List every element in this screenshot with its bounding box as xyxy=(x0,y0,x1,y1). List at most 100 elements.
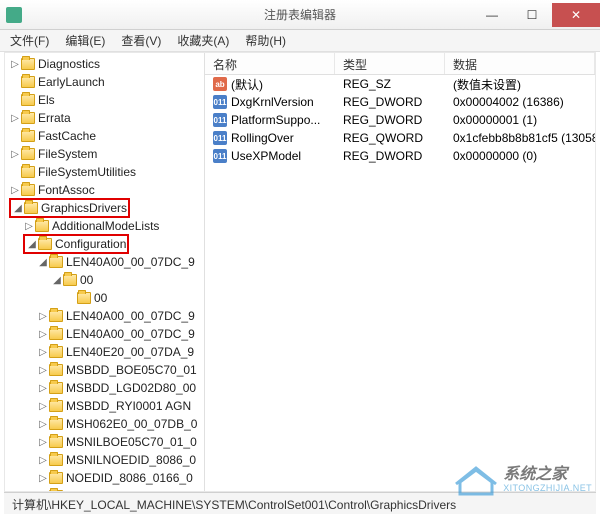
tree-item[interactable]: ▷ AdditionalModeLists xyxy=(5,217,204,235)
tree-item[interactable]: FileSystemUtilities xyxy=(5,163,204,181)
close-button[interactable]: ✕ xyxy=(552,3,600,27)
binary-value-icon: 011 xyxy=(213,113,227,127)
tree-item[interactable]: ◢00 xyxy=(5,271,204,289)
expander-icon[interactable]: ▷ xyxy=(37,401,49,412)
tree-item[interactable]: ▷FontAssoc xyxy=(5,181,204,199)
value-type: REG_QWORD xyxy=(335,131,445,145)
expander-icon[interactable]: ▷ xyxy=(9,185,21,196)
expander-icon[interactable]: ▷ xyxy=(9,113,21,124)
value-type: REG_DWORD xyxy=(335,149,445,163)
tree-label: LEN40A00_00_07DC_9 xyxy=(66,255,195,269)
tree-item[interactable]: ▷LEN40E20_00_07DA_9 xyxy=(5,343,204,361)
folder-icon xyxy=(49,454,63,466)
tree-item[interactable]: ▷ LEN40A00_00_07DC_9 xyxy=(5,307,204,325)
expander-icon[interactable]: ◢ xyxy=(51,275,63,286)
list-row[interactable]: 011 RollingOver REG_QWORD0x1cfebb8b8b81cf5… xyxy=(205,129,595,147)
folder-icon xyxy=(24,202,38,214)
menu-file[interactable]: 文件(F) xyxy=(4,30,55,51)
tree-item[interactable]: ▷ Diagnostics xyxy=(5,55,204,73)
expander-icon[interactable]: ▷ xyxy=(37,347,49,358)
folder-icon xyxy=(21,58,35,70)
binary-value-icon: 011 xyxy=(213,131,227,145)
folder-icon xyxy=(49,436,63,448)
expander-icon[interactable]: ▷ xyxy=(37,383,49,394)
col-type[interactable]: 类型 xyxy=(335,53,445,74)
expander-icon[interactable]: ▷ xyxy=(37,365,49,376)
tree-item[interactable]: ▷MSBDD_RYI0001 AGN xyxy=(5,397,204,415)
expander-icon[interactable]: ▷ xyxy=(37,473,49,484)
list-row[interactable]: 011 UseXPModel REG_DWORD0x00000000 (0) xyxy=(205,147,595,165)
tree-item[interactable]: ▷ MSBDD_LGD02D80_00 xyxy=(5,379,204,397)
tree-label: EarlyLaunch xyxy=(38,75,105,89)
tree-label: MSNILBOE05C70_01_0 xyxy=(66,435,197,449)
expander-icon[interactable]: ◢ xyxy=(37,257,49,268)
tree-item[interactable]: FastCache xyxy=(5,127,204,145)
expander-icon[interactable]: ▷ xyxy=(23,221,35,232)
value-data: 0x00000000 (0) xyxy=(445,149,595,163)
tree-item[interactable]: ◢ Configuration xyxy=(5,235,204,253)
folder-icon xyxy=(49,382,63,394)
tree-label: Configuration xyxy=(55,237,126,251)
minimize-button[interactable]: — xyxy=(472,3,512,27)
tree-label: MSNILNOEDID_8086_0 xyxy=(66,453,196,467)
menu-help[interactable]: 帮助(H) xyxy=(239,30,292,51)
folder-icon xyxy=(49,346,63,358)
tree-item[interactable]: ▷ MSNILNOEDID_8086_0 xyxy=(5,451,204,469)
tree-item[interactable]: ▷NOEDID_8086_0166_0 xyxy=(5,469,204,487)
expander-icon[interactable]: ▷ xyxy=(37,437,49,448)
tree-item[interactable]: EarlyLaunch xyxy=(5,73,204,91)
folder-icon xyxy=(38,238,52,250)
expander-icon[interactable]: ▷ xyxy=(37,311,49,322)
tree-label: Diagnostics xyxy=(38,57,100,71)
menu-view[interactable]: 查看(V) xyxy=(115,30,167,51)
watermark-logo-icon xyxy=(455,464,497,496)
tree-panel[interactable]: ▷ Diagnostics EarlyLaunch Els▷Errata FastCac… xyxy=(5,53,205,491)
tree-item[interactable]: ▷MSH062E0_00_07DB_0 xyxy=(5,415,204,433)
tree-label: FastCache xyxy=(38,129,96,143)
list-row[interactable]: 011DxgKrnlVersionREG_DWORD0x00004002 (16… xyxy=(205,93,595,111)
expander-icon[interactable]: ▷ xyxy=(9,149,21,160)
value-data: 0x1cfebb8b8b81cf5 (1305820928282 xyxy=(445,131,595,145)
value-name: UseXPModel xyxy=(231,149,301,163)
string-value-icon: ab xyxy=(213,77,227,91)
expander-icon[interactable]: ▷ xyxy=(37,419,49,430)
tree-item[interactable]: ◢GraphicsDrivers xyxy=(5,199,204,217)
tree-label: FileSystem xyxy=(38,147,97,161)
maximize-button[interactable]: ☐ xyxy=(512,3,552,27)
tree-label: MSBDD_LGD02D80_00 xyxy=(66,381,196,395)
menu-favorites[interactable]: 收藏夹(A) xyxy=(171,30,235,51)
list-row[interactable]: 011PlatformSuppo...REG_DWORD0x00000001 (… xyxy=(205,111,595,129)
tree-label: MSBDD_BOE05C70_01 xyxy=(66,363,197,377)
tree-item[interactable]: 00 xyxy=(5,289,204,307)
folder-icon xyxy=(21,76,35,88)
menu-edit[interactable]: 编辑(E) xyxy=(59,30,111,51)
value-name: DxgKrnlVersion xyxy=(231,95,314,109)
col-name[interactable]: 名称 xyxy=(205,53,335,74)
tree-item[interactable]: ▷ MSNILBOE05C70_01_0 xyxy=(5,433,204,451)
expander-icon[interactable]: ◢ xyxy=(12,203,24,214)
value-type: REG_SZ xyxy=(335,77,445,91)
tree-item[interactable]: ▷ MSBDD_BOE05C70_01 xyxy=(5,361,204,379)
expander-icon[interactable]: ▷ xyxy=(37,455,49,466)
binary-value-icon: 011 xyxy=(213,149,227,163)
expander-icon[interactable]: ▷ xyxy=(9,59,21,70)
tree-item[interactable]: ▷SIMULATED 8086 016 xyxy=(5,487,204,491)
expander-icon[interactable]: ◢ xyxy=(26,239,38,250)
tree-item[interactable]: ▷LEN40A00_00_07DC_9 xyxy=(5,325,204,343)
folder-icon xyxy=(21,94,35,106)
list-row[interactable]: ab(默认)REG_SZ(数值未设置) xyxy=(205,75,595,93)
value-name: RollingOver xyxy=(231,131,294,145)
tree-item[interactable]: Els xyxy=(5,91,204,109)
tree-item[interactable]: ▷ FileSystem xyxy=(5,145,204,163)
expander-icon[interactable]: ▷ xyxy=(37,491,49,492)
tree-label: LEN40A00_00_07DC_9 xyxy=(66,309,195,323)
tree-item[interactable]: ▷Errata xyxy=(5,109,204,127)
list-header: 名称 类型 数据 xyxy=(205,53,595,75)
titlebar: 注册表编辑器 — ☐ ✕ xyxy=(0,0,600,30)
window-controls: — ☐ ✕ xyxy=(472,3,600,27)
value-data: (数值未设置) xyxy=(445,76,595,93)
col-data[interactable]: 数据 xyxy=(445,53,595,74)
tree-label: AdditionalModeLists xyxy=(52,219,159,233)
expander-icon[interactable]: ▷ xyxy=(37,329,49,340)
tree-item[interactable]: ◢ LEN40A00_00_07DC_9 xyxy=(5,253,204,271)
